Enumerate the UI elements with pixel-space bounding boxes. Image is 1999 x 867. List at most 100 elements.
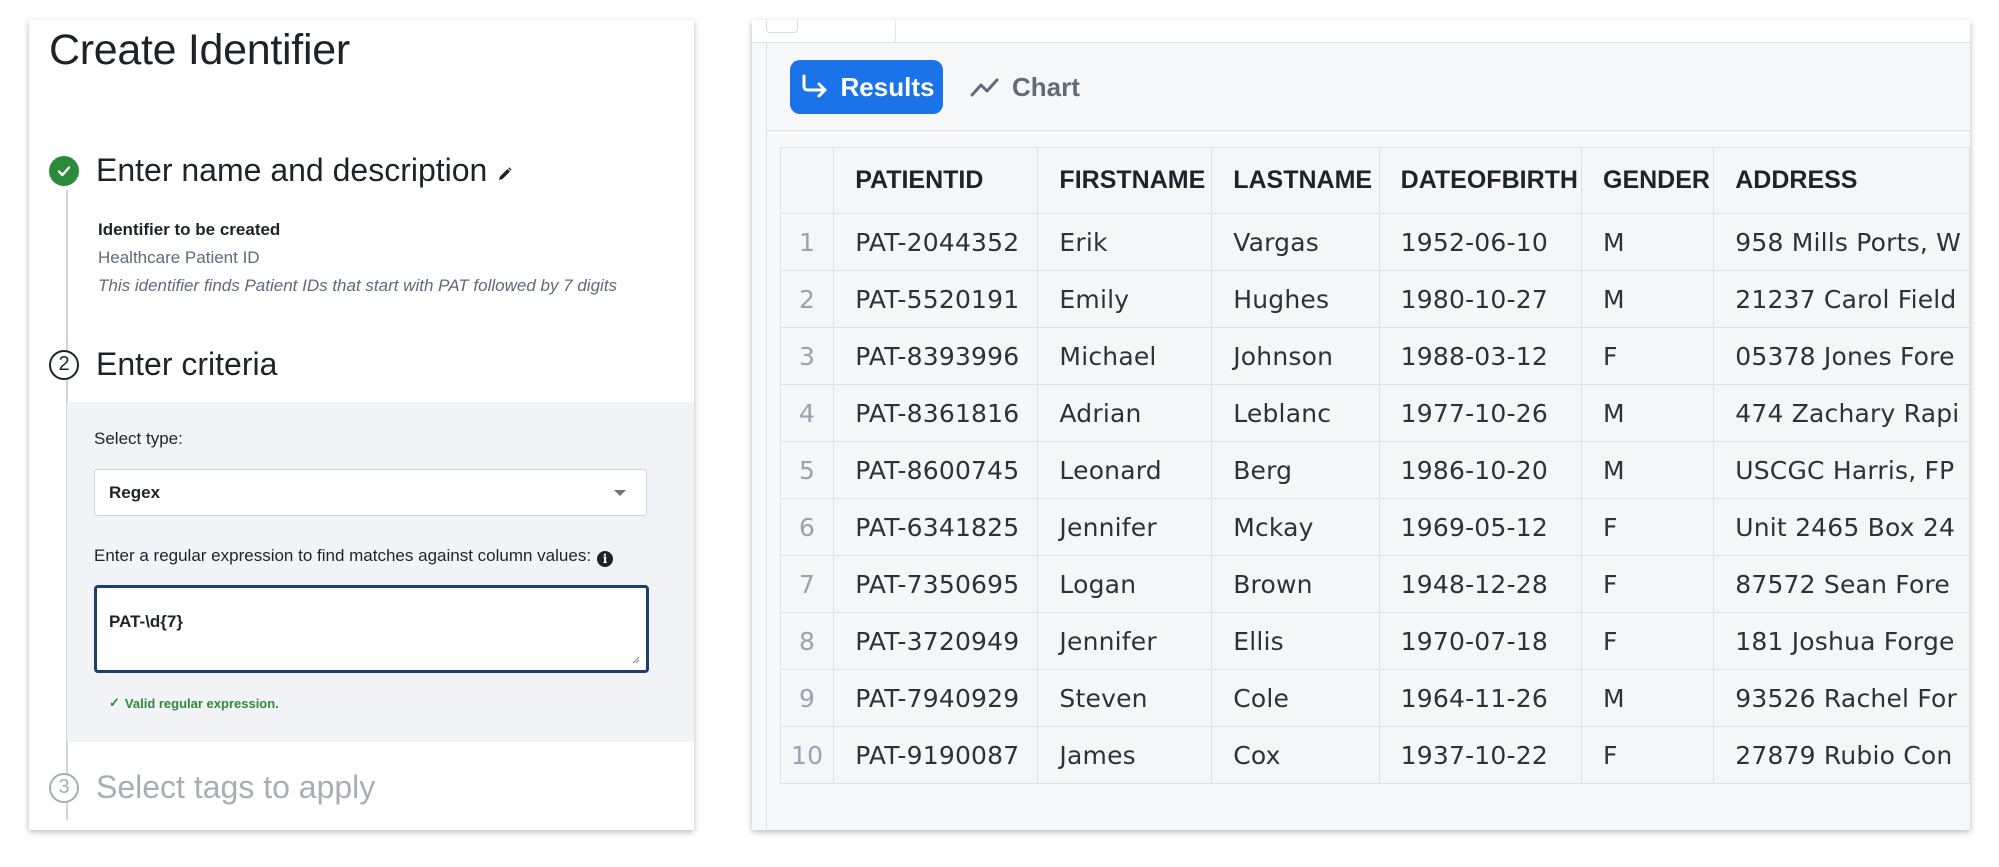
line-chart-icon (970, 78, 999, 97)
table-cell[interactable]: Vargas (1211, 213, 1380, 271)
table-cell[interactable]: F (1580, 327, 1715, 385)
step-1-header[interactable]: Enter name and description (49, 152, 513, 189)
table-row[interactable]: 4 PAT-8361816 Adrian Leblanc 1977-10-26 … (779, 384, 1970, 442)
step-2-title: Enter criteria (96, 346, 278, 382)
table-cell[interactable]: 474 Zachary Rapi (1713, 384, 1970, 442)
table-cell[interactable]: 1986-10-20 (1378, 441, 1583, 499)
table-cell[interactable]: M (1580, 441, 1715, 499)
table-cell[interactable]: Jennifer (1037, 612, 1213, 670)
table-row[interactable]: 5 PAT-8600745 Leonard Berg 1986-10-20 M … (779, 441, 1970, 499)
table-row[interactable]: 3 PAT-8393996 Michael Johnson 1988-03-12… (779, 327, 1970, 385)
info-icon[interactable]: i (597, 551, 614, 567)
table-cell[interactable]: Leonard (1037, 441, 1213, 499)
pencil-edit-icon[interactable] (497, 166, 513, 182)
table-cell[interactable]: 87572 Sean Fore (1713, 555, 1970, 613)
table-cell[interactable]: PAT-7940929 (833, 669, 1039, 727)
table-cell[interactable]: PAT-8393996 (833, 327, 1039, 385)
resize-grip-icon[interactable] (630, 654, 640, 664)
results-panel: Results Chart PATIENTID FIRSTNAME LASTNA… (752, 20, 1970, 830)
table-cell[interactable]: Logan (1037, 555, 1213, 613)
column-header[interactable]: PATIENTID (833, 147, 1039, 214)
table-cell[interactable]: PAT-8600745 (833, 441, 1039, 499)
table-cell[interactable]: 93526 Rachel For (1713, 669, 1970, 727)
table-cell[interactable]: 05378 Jones Fore (1713, 327, 1970, 385)
table-cell[interactable]: Emily (1037, 270, 1213, 328)
row-index: 5 (779, 441, 835, 499)
row-index: 2 (779, 270, 835, 328)
table-cell[interactable]: James (1037, 726, 1213, 784)
table-cell[interactable]: Cole (1211, 669, 1380, 727)
table-cell[interactable]: Mckay (1211, 498, 1380, 556)
table-cell[interactable]: M (1580, 270, 1715, 328)
table-cell[interactable]: PAT-5520191 (833, 270, 1039, 328)
column-header[interactable]: GENDER (1580, 147, 1715, 214)
table-cell[interactable]: Steven (1037, 669, 1213, 727)
table-cell[interactable]: 1980-10-27 (1378, 270, 1583, 328)
step-1-title: Enter name and description (96, 152, 488, 188)
row-index-header (779, 147, 835, 214)
table-cell[interactable]: Erik (1037, 213, 1213, 271)
column-header[interactable]: ADDRESS (1713, 147, 1970, 214)
table-cell[interactable]: PAT-2044352 (833, 213, 1039, 271)
table-cell[interactable]: Michael (1037, 327, 1213, 385)
table-cell[interactable]: 181 Joshua Forge (1713, 612, 1970, 670)
column-header[interactable]: FIRSTNAME (1037, 147, 1213, 214)
table-cell[interactable]: USCGC Harris, FP (1713, 441, 1970, 499)
table-cell[interactable]: 1952-06-10 (1378, 213, 1583, 271)
table-cell[interactable]: F (1580, 612, 1715, 670)
table-cell[interactable]: F (1580, 498, 1715, 556)
table-cell[interactable]: Ellis (1211, 612, 1380, 670)
column-header[interactable]: DATEOFBIRTH (1378, 147, 1583, 214)
table-row[interactable]: 10 PAT-9190087 James Cox 1937-10-22 F 27… (779, 726, 1970, 784)
table-cell[interactable]: PAT-3720949 (833, 612, 1039, 670)
table-row[interactable]: 8 PAT-3720949 Jennifer Ellis 1970-07-18 … (779, 612, 1970, 670)
regex-input[interactable]: PAT-\d{7} (94, 585, 649, 673)
table-cell[interactable]: PAT-9190087 (833, 726, 1039, 784)
table-cell[interactable]: PAT-6341825 (833, 498, 1039, 556)
table-row[interactable]: 1 PAT-2044352 Erik Vargas 1952-06-10 M 9… (779, 213, 1970, 271)
table-cell[interactable]: Berg (1211, 441, 1380, 499)
table-cell[interactable]: Jennifer (1037, 498, 1213, 556)
type-select[interactable]: Regex (94, 469, 647, 516)
table-cell[interactable]: 1948-12-28 (1378, 555, 1583, 613)
table-cell[interactable]: 958 Mills Ports, W (1713, 213, 1970, 271)
regex-label: Enter a regular expression to find match… (94, 546, 614, 567)
table-cell[interactable]: 1970-07-18 (1378, 612, 1583, 670)
table-row[interactable]: 7 PAT-7350695 Logan Brown 1948-12-28 F 8… (779, 555, 1970, 613)
row-index: 10 (779, 726, 835, 784)
table-cell[interactable]: Adrian (1037, 384, 1213, 442)
table-cell[interactable]: 27879 Rubio Con (1713, 726, 1970, 784)
table-cell[interactable]: F (1580, 726, 1715, 784)
table-cell[interactable]: 21237 Carol Field (1713, 270, 1970, 328)
table-cell[interactable]: Unit 2465 Box 24 (1713, 498, 1970, 556)
table-cell[interactable]: Cox (1211, 726, 1380, 784)
table-row[interactable]: 2 PAT-5520191 Emily Hughes 1980-10-27 M … (779, 270, 1970, 328)
table-row[interactable]: 6 PAT-6341825 Jennifer Mckay 1969-05-12 … (779, 498, 1970, 556)
table-cell[interactable]: 1964-11-26 (1378, 669, 1583, 727)
tab-results[interactable]: Results (790, 60, 943, 114)
row-index: 3 (779, 327, 835, 385)
table-cell[interactable]: M (1580, 213, 1715, 271)
table-cell[interactable]: Johnson (1211, 327, 1380, 385)
step-3-header[interactable]: 3 Select tags to apply (49, 769, 375, 806)
tab-stub[interactable] (766, 20, 798, 33)
column-header[interactable]: LASTNAME (1211, 147, 1380, 214)
table-cell[interactable]: M (1580, 384, 1715, 442)
table-row[interactable]: 9 PAT-7940929 Steven Cole 1964-11-26 M 9… (779, 669, 1970, 727)
table-cell[interactable]: Leblanc (1211, 384, 1380, 442)
table-cell[interactable]: Brown (1211, 555, 1380, 613)
table-cell[interactable]: PAT-7350695 (833, 555, 1039, 613)
tab-chart[interactable]: Chart (970, 60, 1080, 114)
regex-label-text: Enter a regular expression to find match… (94, 546, 592, 565)
table-cell[interactable]: 1969-05-12 (1378, 498, 1583, 556)
row-index: 6 (779, 498, 835, 556)
table-cell[interactable]: M (1580, 669, 1715, 727)
panel-divider (766, 42, 767, 830)
table-cell[interactable]: Hughes (1211, 270, 1380, 328)
table-cell[interactable]: 1988-03-12 (1378, 327, 1583, 385)
table-cell[interactable]: 1937-10-22 (1378, 726, 1583, 784)
table-cell[interactable]: 1977-10-26 (1378, 384, 1583, 442)
table-cell[interactable]: F (1580, 555, 1715, 613)
table-cell[interactable]: PAT-8361816 (833, 384, 1039, 442)
type-select-value: Regex (109, 482, 161, 502)
